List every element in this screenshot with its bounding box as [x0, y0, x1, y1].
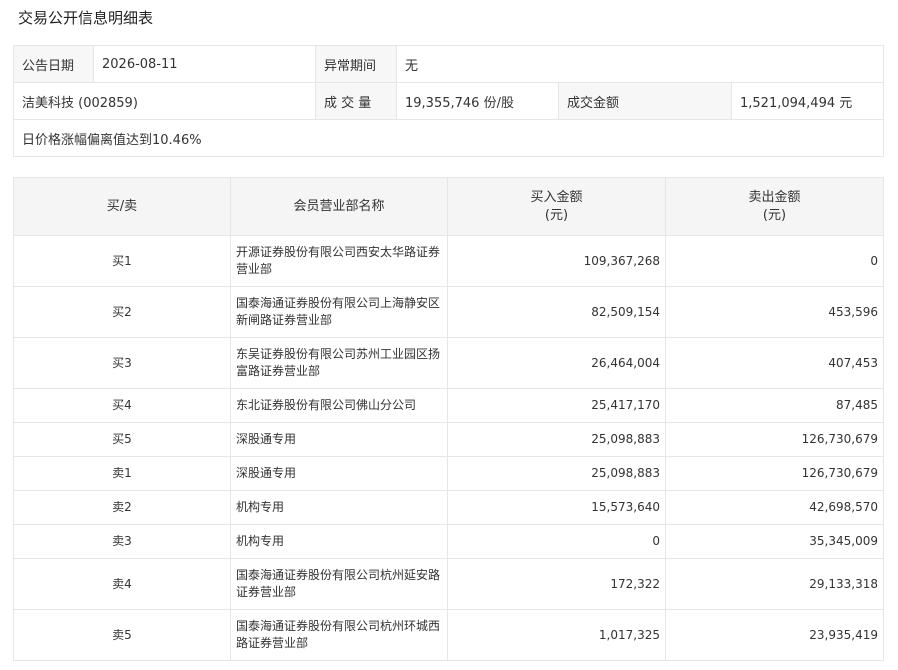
- volume-value: 19,355,746 份/股: [396, 82, 559, 120]
- buy-amount-cell: 26,464,004: [447, 337, 666, 389]
- side-cell: 买2: [13, 286, 231, 338]
- table-row: 买3 东吴证券股份有限公司苏州工业园区扬富路证券营业部 26,464,004 4…: [13, 337, 884, 389]
- buy-amount-cell: 172,322: [447, 558, 666, 610]
- info-row-reason: 日价格涨幅偏离值达到10.46%: [12, 119, 885, 157]
- table-row: 卖5 国泰海通证券股份有限公司杭州环城西路证券营业部 1,017,325 23,…: [13, 609, 884, 661]
- side-cell: 卖1: [13, 456, 231, 491]
- sell-amount-cell: 0: [665, 235, 884, 287]
- header-sell-amount-label: 卖出金额: [748, 189, 801, 205]
- announcement-info-table: 公告日期 2026-08-11 异常期间 无 洁美科技 (002859) 成 交…: [12, 45, 885, 157]
- buy-amount-cell: 1,017,325: [447, 609, 666, 661]
- listing-reason: 日价格涨幅偏离值达到10.46%: [12, 119, 885, 157]
- table-row: 卖3 机构专用 0 35,345,009: [13, 524, 884, 559]
- broker-cell: 开源证券股份有限公司西安太华路证券营业部: [230, 235, 448, 287]
- sell-amount-cell: 126,730,679: [665, 456, 884, 491]
- table-row: 卖1 深股通专用 25,098,883 126,730,679: [13, 456, 884, 491]
- sell-amount-cell: 407,453: [665, 337, 884, 389]
- table-row: 买2 国泰海通证券股份有限公司上海静安区新闸路证券营业部 82,509,154 …: [13, 286, 884, 338]
- table-header-row: 买/卖 会员营业部名称 买入金额 (元) 卖出金额 (元): [13, 177, 884, 236]
- sell-amount-cell: 35,345,009: [665, 524, 884, 559]
- side-cell: 卖5: [13, 609, 231, 661]
- broker-cell: 深股通专用: [230, 422, 448, 457]
- announcement-date-value: 2026-08-11: [93, 45, 316, 83]
- info-row-trade: 洁美科技 (002859) 成 交 量 19,355,746 份/股 成交金额 …: [13, 82, 885, 120]
- broker-cell: 东北证券股份有限公司佛山分公司: [230, 388, 448, 423]
- broker-cell: 国泰海通证券股份有限公司上海静安区新闸路证券营业部: [230, 286, 448, 338]
- page-title: 交易公开信息明细表: [18, 9, 154, 27]
- header-buy-amount-label: 买入金额: [530, 189, 583, 205]
- side-cell: 卖4: [13, 558, 231, 610]
- broker-cell: 机构专用: [230, 524, 448, 559]
- table-row: 买4 东北证券股份有限公司佛山分公司 25,417,170 87,485: [13, 388, 884, 423]
- sell-amount-cell: 453,596: [665, 286, 884, 338]
- turnover-value: 1,521,094,494 元: [730, 82, 885, 120]
- header-sell-amount: 卖出金额 (元): [665, 177, 884, 236]
- turnover-label: 成交金额: [558, 82, 732, 120]
- sell-amount-cell: 87,485: [665, 388, 884, 423]
- header-side: 买/卖: [13, 177, 231, 236]
- sell-amount-cell: 23,935,419: [665, 609, 884, 661]
- sell-amount-cell: 126,730,679: [665, 422, 884, 457]
- side-cell: 买1: [13, 235, 231, 287]
- broker-cell: 东吴证券股份有限公司苏州工业园区扬富路证券营业部: [230, 337, 448, 389]
- side-cell: 卖3: [13, 524, 231, 559]
- table-row: 买1 开源证券股份有限公司西安太华路证券营业部 109,367,268 0: [13, 235, 884, 287]
- buy-amount-cell: 15,573,640: [447, 490, 666, 525]
- stock-name-code: 洁美科技 (002859): [13, 82, 316, 120]
- table-row: 买5 深股通专用 25,098,883 126,730,679: [13, 422, 884, 457]
- header-sell-amount-unit: (元): [762, 207, 787, 223]
- buy-amount-cell: 25,098,883: [447, 422, 666, 457]
- broker-cell: 深股通专用: [230, 456, 448, 491]
- buy-amount-cell: 0: [447, 524, 666, 559]
- side-cell: 买4: [13, 388, 231, 423]
- header-buy-amount-unit: (元): [544, 207, 569, 223]
- broker-cell: 机构专用: [230, 490, 448, 525]
- side-cell: 卖2: [13, 490, 231, 525]
- side-cell: 买5: [13, 422, 231, 457]
- buy-amount-cell: 25,098,883: [447, 456, 666, 491]
- buy-amount-cell: 82,509,154: [447, 286, 666, 338]
- abnormal-period-label: 异常期间: [315, 45, 397, 83]
- sell-amount-cell: 29,133,318: [665, 558, 884, 610]
- buy-amount-cell: 109,367,268: [447, 235, 666, 287]
- sell-amount-cell: 42,698,570: [665, 490, 884, 525]
- table-row: 卖2 机构专用 15,573,640 42,698,570: [13, 490, 884, 525]
- broker-cell: 国泰海通证券股份有限公司杭州环城西路证券营业部: [230, 609, 448, 661]
- info-row-date: 公告日期 2026-08-11 异常期间 无: [13, 45, 885, 83]
- header-buy-amount: 买入金额 (元): [447, 177, 666, 236]
- volume-label: 成 交 量: [315, 82, 397, 120]
- abnormal-period-value: 无: [395, 45, 885, 83]
- announcement-date-label: 公告日期: [13, 45, 94, 83]
- header-broker: 会员营业部名称: [230, 177, 448, 236]
- table-row: 卖4 国泰海通证券股份有限公司杭州延安路证券营业部 172,322 29,133…: [13, 558, 884, 610]
- buy-amount-cell: 25,417,170: [447, 388, 666, 423]
- side-cell: 买3: [13, 337, 231, 389]
- trade-detail-table: 买/卖 会员营业部名称 买入金额 (元) 卖出金额 (元) 买1 开源证券股份有…: [13, 177, 884, 661]
- broker-cell: 国泰海通证券股份有限公司杭州延安路证券营业部: [230, 558, 448, 610]
